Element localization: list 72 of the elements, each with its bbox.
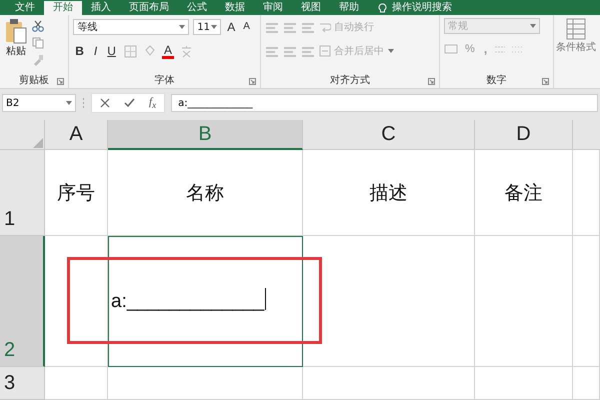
- insert-function-button[interactable]: f$_{x}$: [149, 96, 156, 110]
- column-header[interactable]: [573, 120, 600, 150]
- table-cell[interactable]: [303, 236, 475, 367]
- column-header[interactable]: A: [45, 120, 108, 150]
- column-header[interactable]: B: [108, 120, 303, 150]
- ribbon-tab[interactable]: 帮助: [330, 1, 368, 15]
- cancel-icon[interactable]: [100, 98, 110, 108]
- dialog-launcher-icon[interactable]: [428, 78, 436, 85]
- table-cell[interactable]: 序号: [45, 150, 108, 236]
- cell-text: 名称: [186, 182, 224, 206]
- cell-text: 序号: [57, 182, 95, 206]
- ribbon-tab[interactable]: 公式: [178, 1, 216, 15]
- table-cell[interactable]: [475, 236, 573, 367]
- checkmark-icon[interactable]: [124, 98, 135, 108]
- group-label: 对齐方式: [330, 75, 370, 86]
- table-cell[interactable]: 描述: [303, 150, 475, 236]
- formula-field[interactable]: a:_____________: [171, 94, 598, 112]
- name-box[interactable]: B2: [2, 94, 76, 112]
- row-header[interactable]: 2: [0, 236, 45, 367]
- column-header[interactable]: C: [303, 120, 475, 150]
- border-icon[interactable]: [124, 44, 137, 58]
- cell-text: a:_____________: [111, 290, 264, 312]
- group-label: 字体: [154, 75, 175, 86]
- dialog-launcher-icon[interactable]: [248, 78, 256, 85]
- underline-button[interactable]: U: [105, 43, 118, 59]
- ribbon-tab[interactable]: 视图: [292, 1, 330, 15]
- dropdown-arrow-icon[interactable]: [66, 101, 72, 105]
- ribbon-tab[interactable]: 数据: [216, 1, 254, 15]
- bold-button[interactable]: B: [73, 43, 86, 59]
- dialog-launcher-icon[interactable]: [57, 78, 64, 85]
- table-cell[interactable]: [108, 367, 303, 400]
- brush-icon[interactable]: [32, 54, 44, 66]
- table-cell[interactable]: [475, 367, 573, 400]
- scissors-icon[interactable]: [32, 20, 44, 32]
- font-size-field[interactable]: 11: [193, 19, 222, 35]
- ribbon-tab[interactable]: 页面布局: [120, 1, 178, 15]
- column-header[interactable]: D: [475, 120, 573, 150]
- font-color-button[interactable]: A: [162, 44, 174, 58]
- group-label: 数字: [486, 75, 506, 86]
- lightbulb-icon: [378, 2, 387, 14]
- table-cell[interactable]: [45, 236, 108, 367]
- table-icon: [566, 18, 586, 40]
- dropdown-arrow-icon[interactable]: [388, 49, 394, 53]
- copy-icon[interactable]: [32, 37, 44, 49]
- table-cell[interactable]: a:_____________: [108, 236, 303, 367]
- dropdown-arrow-icon[interactable]: [211, 25, 218, 29]
- clipboard-icon: [4, 18, 28, 44]
- group-label: 剪贴板: [19, 75, 50, 86]
- table-cell[interactable]: [573, 150, 600, 236]
- grip-icon: [82, 97, 85, 109]
- shrink-font-button[interactable]: A: [241, 19, 252, 35]
- table-cell[interactable]: [573, 236, 600, 367]
- table-cell[interactable]: 备注: [475, 150, 573, 236]
- grow-font-button[interactable]: A: [225, 19, 238, 35]
- cell-text: 描述: [370, 182, 408, 206]
- ribbon-tab[interactable]: 审阅: [254, 1, 292, 15]
- table-cell[interactable]: [573, 367, 600, 400]
- ribbon-tab[interactable]: 插入: [82, 1, 120, 15]
- italic-button[interactable]: I: [92, 43, 100, 59]
- table-cell[interactable]: [45, 367, 108, 400]
- table-cell[interactable]: 名称: [108, 150, 303, 236]
- paste-button[interactable]: 粘贴: [4, 18, 28, 74]
- dropdown-arrow-icon[interactable]: [179, 25, 186, 29]
- ribbon-tab[interactable]: 文件: [6, 1, 44, 15]
- row-header[interactable]: 3: [0, 367, 45, 400]
- tell-me-search[interactable]: 操作说明搜索: [392, 2, 452, 14]
- font-name-field[interactable]: 等线: [73, 19, 190, 35]
- ribbon-tab[interactable]: 开始: [44, 1, 82, 15]
- row-header[interactable]: 1: [0, 150, 45, 236]
- dialog-launcher-icon[interactable]: [542, 78, 549, 85]
- table-cell[interactable]: [303, 367, 475, 400]
- cell-text: 备注: [504, 182, 542, 206]
